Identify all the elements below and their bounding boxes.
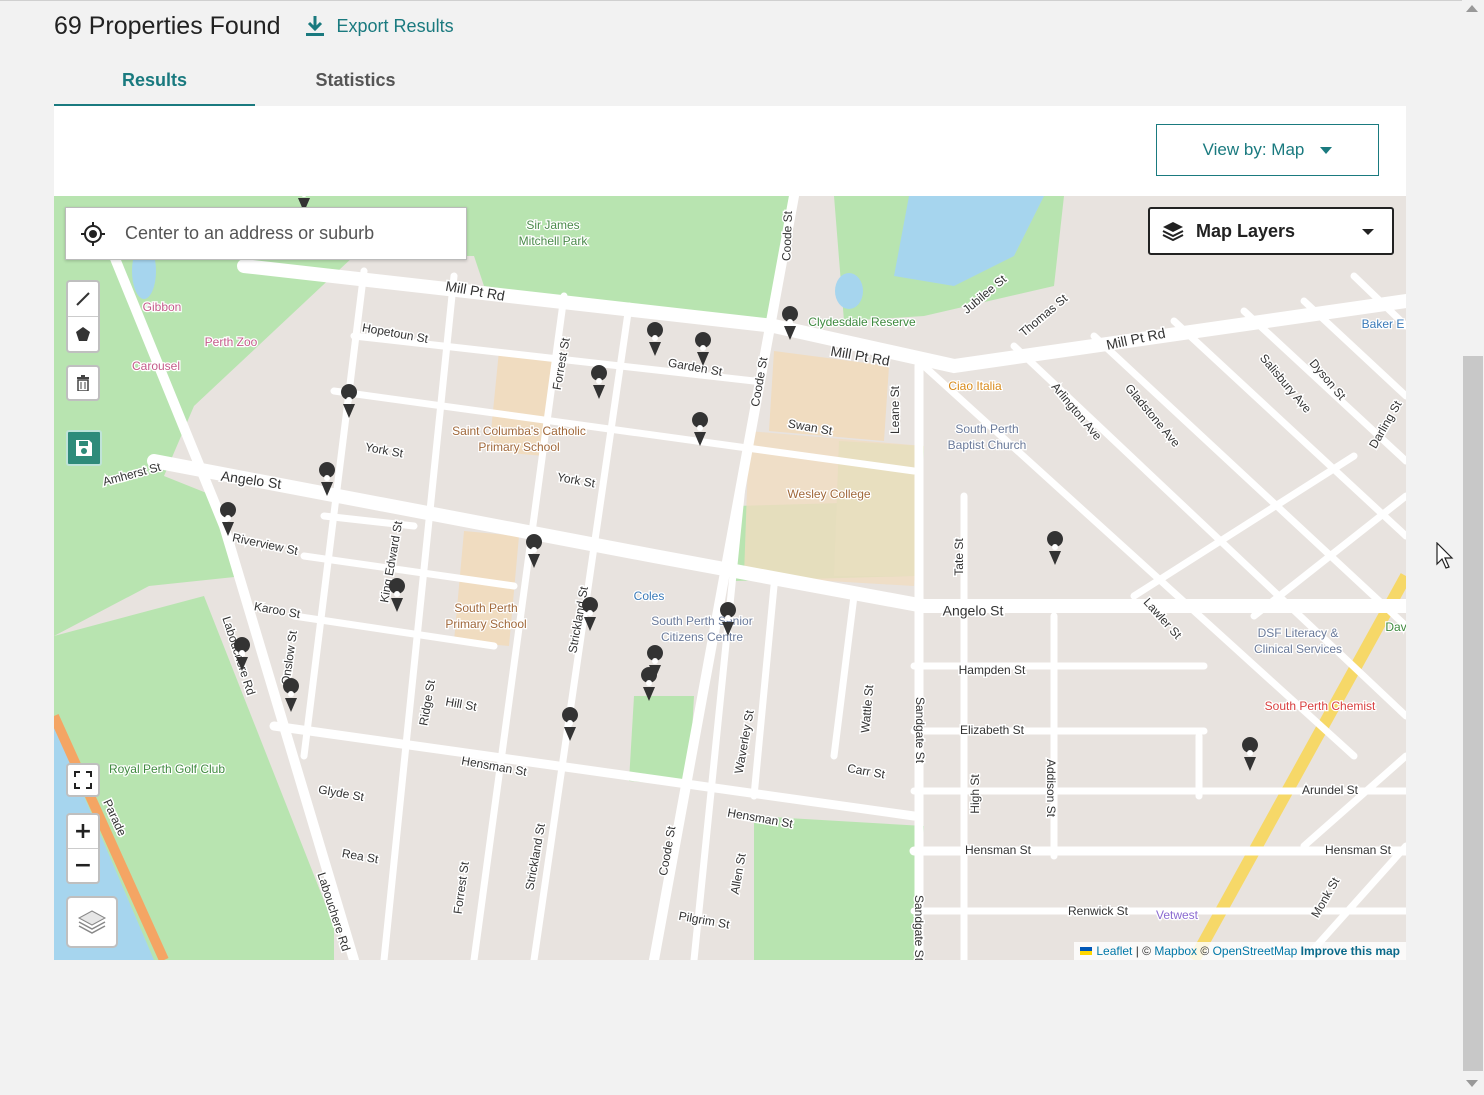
street-label: Hensman St [1325,843,1392,857]
caret-down-icon [1362,229,1374,235]
improve-map-label: Improve this map [1300,944,1400,958]
scroll-up-arrow-icon[interactable] [1466,5,1478,12]
zoom-out-button[interactable]: − [68,848,98,882]
tab-results[interactable]: Results [54,62,255,106]
place-label: Dav [1385,620,1406,634]
export-results-button[interactable]: Export Results [305,15,454,37]
save-icon [76,440,92,456]
export-results-label: Export Results [336,15,454,36]
place-label: South Perth [454,601,517,615]
street-label: Renwick St [1068,904,1129,918]
map-layers-dropdown[interactable]: Map Layers [1148,207,1394,255]
place-label: South Perth Senior [651,614,752,628]
place-label: DSF Literacy & [1258,626,1339,640]
place-label: Coles [634,589,665,603]
attribution-separator: | © [1132,944,1155,958]
view-by-label: View by: Map [1202,140,1305,159]
place-label: Baptist Church [948,438,1027,452]
map-layers-label: Map Layers [1196,220,1296,241]
place-label: South Perth Chemist [1265,699,1376,713]
street-label: Leane St [888,385,902,434]
save-area-button[interactable] [66,430,102,466]
place-label: Gibbon [143,300,182,314]
scroll-down-arrow-icon[interactable] [1466,1080,1478,1087]
place-label: Mitchell Park [519,234,589,248]
place-label: Vetwest [1156,908,1199,922]
place-label: Clydesdale Reserve [808,315,916,329]
street-label: Coode St [779,210,795,261]
map[interactable]: Mill Pt Rd Mill Pt Rd Mill Pt Rd Hopetoun S… [54,196,1406,960]
results-tabs: Results Statistics [54,62,456,106]
address-search-input[interactable] [123,222,427,245]
openstreetmap-link[interactable]: OpenStreetMap [1213,942,1298,960]
stack-layers-icon [77,910,107,934]
ukraine-flag-icon [1080,947,1093,955]
download-icon [305,16,324,36]
draw-toolbar [66,280,100,353]
draw-line-button[interactable] [68,282,98,316]
street-label: Hensman St [965,843,1032,857]
place-label: Carousel [132,359,180,373]
scrollbar-thumb[interactable] [1463,356,1483,1071]
layers-icon [1162,222,1184,242]
mapbox-link[interactable]: Mapbox [1154,942,1197,960]
map-attribution: Leaflet | © Mapbox © OpenStreetMap Impro… [1074,942,1406,960]
place-label: Ciao Italia [948,379,1002,393]
place-label: Baker E [1362,317,1405,331]
results-panel: View by: Map [54,106,1406,196]
results-header: 69 Properties Found Export Results [54,8,454,44]
place-label: Primary School [445,617,526,631]
place-label: Perth Zoo [205,335,258,349]
leaflet-link[interactable]: Leaflet [1096,942,1132,960]
draw-polygon-button[interactable] [68,316,98,351]
base-layers-button[interactable] [66,896,118,948]
place-label: Wesley College [787,487,870,501]
delete-shapes-button[interactable] [66,365,100,401]
street-label: Addison St [1044,759,1058,818]
fullscreen-icon [74,771,92,789]
street-label: Elizabeth St [960,723,1025,737]
zoom-in-button[interactable]: + [68,815,98,848]
street-label: Arundel St [1302,783,1359,797]
place-label: South Perth [955,422,1018,436]
line-icon [76,292,90,306]
map-canvas: Mill Pt RdMill Pt RdMill Pt RdHopetoun S… [54,196,1406,960]
place-label: Royal Perth Golf Club [109,762,225,776]
street-label: Tate St [952,538,966,576]
fullscreen-button[interactable] [66,763,100,797]
place-label: Primary School [478,440,559,454]
zoom-control: + − [66,813,100,884]
polygon-icon [76,327,90,341]
attribution-separator: © [1197,944,1213,958]
place-label: Saint Columba's Catholic [452,424,586,438]
place-label: Clinical Services [1254,642,1342,656]
street-label: Sandgate St [913,697,927,764]
caret-down-icon [1320,146,1333,154]
street-label: Angelo St [943,603,1004,619]
street-label: Hampden St [959,663,1026,677]
properties-count: 69 Properties Found [54,11,281,40]
tab-statistics[interactable]: Statistics [255,62,456,106]
top-border [0,0,1484,1]
mouse-cursor-icon [1436,542,1454,569]
street-label: High St [968,774,982,814]
place-label: Citizens Centre [661,630,743,644]
address-search[interactable] [65,207,467,260]
locate-icon [81,221,105,246]
trash-icon [77,375,89,391]
improve-map-link[interactable]: Improve this map [1301,942,1400,960]
view-by-dropdown[interactable]: View by: Map [1156,124,1379,176]
place-label: Sir James [526,218,579,232]
street-label: Sandgate St [912,895,926,960]
